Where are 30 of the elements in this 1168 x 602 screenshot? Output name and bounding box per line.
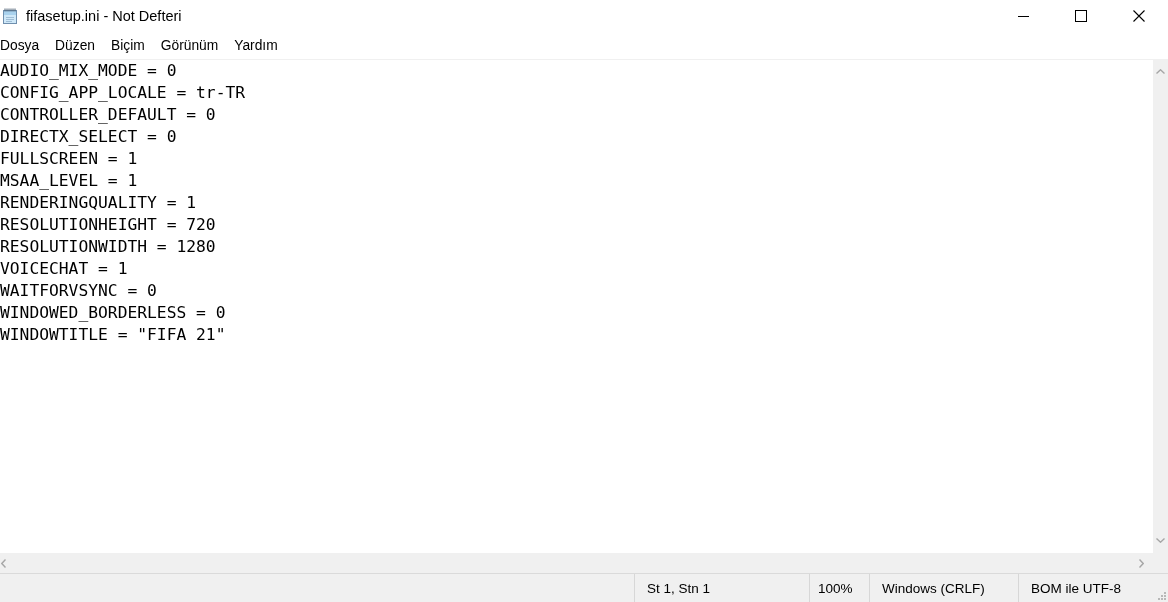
text-line: RESOLUTIONHEIGHT = 720 [0, 214, 216, 236]
text-line: RESOLUTIONWIDTH = 1280 [0, 236, 216, 258]
horizontal-scrollbar[interactable] [0, 553, 1168, 573]
text-line: CONFIG_APP_LOCALE = tr-TR [0, 82, 246, 104]
maximize-icon [1075, 10, 1087, 22]
status-text: St 1, Stn 1 [647, 580, 711, 596]
window-title: fifasetup.ini - Not Defteri [26, 8, 182, 24]
text-line: VOICECHAT = 1 [0, 258, 128, 280]
menu-item[interactable]: Biçim [111, 36, 145, 55]
chevron-down-icon[interactable] [1156, 538, 1165, 543]
resize-grip-icon[interactable] [1156, 590, 1166, 600]
notepad-icon [2, 8, 18, 24]
text-line: WINDOWTITLE = "FIFA 21" [0, 324, 226, 346]
status-text: Windows (CRLF) [882, 580, 985, 596]
vertical-scrollbar[interactable] [1153, 60, 1168, 553]
status-text: BOM ile UTF-8 [1031, 580, 1121, 596]
text-line: CONTROLLER_DEFAULT = 0 [0, 104, 216, 126]
chevron-right-icon[interactable] [1139, 558, 1144, 568]
text-line: DIRECTX_SELECT = 0 [0, 126, 177, 148]
text-line: AUDIO_MIX_MODE = 0 [0, 60, 177, 82]
text-line: WINDOWED_BORDERLESS = 0 [0, 302, 226, 324]
text-line: WAITFORVSYNC = 0 [0, 280, 157, 302]
text-line: RENDERINGQUALITY = 1 [0, 192, 197, 214]
chevron-left-icon[interactable] [1, 558, 6, 568]
chevron-up-icon[interactable] [1156, 69, 1165, 74]
text-line: FULLSCREEN = 1 [0, 148, 138, 170]
minimize-icon [1017, 15, 1029, 17]
text-line: MSAA_LEVEL = 1 [0, 170, 138, 192]
close-icon [1133, 10, 1145, 22]
status-text: 100% [818, 580, 853, 596]
